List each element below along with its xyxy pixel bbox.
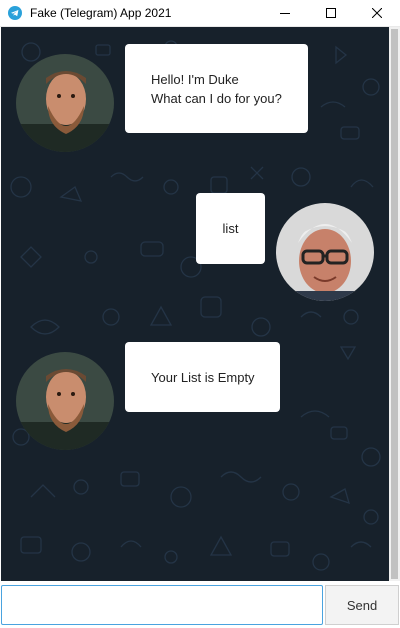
maximize-button[interactable] xyxy=(308,0,354,26)
message-bubble-user: list xyxy=(196,193,265,264)
telegram-icon xyxy=(8,6,22,20)
chat-scrollbar-thumb[interactable] xyxy=(391,29,398,579)
duke-avatar xyxy=(16,352,114,450)
message-text: Your List is Empty xyxy=(151,369,255,385)
user-avatar xyxy=(276,203,374,301)
input-bar: Send xyxy=(0,583,400,628)
window-title: Fake (Telegram) App 2021 xyxy=(30,6,172,20)
message-bubble-bot: Your List is Empty xyxy=(125,342,280,412)
chat-area[interactable]: Hello! I'm Duke What can I do for you? l… xyxy=(1,27,389,581)
maximize-icon xyxy=(326,8,336,18)
minimize-button[interactable] xyxy=(262,0,308,26)
message-input[interactable] xyxy=(1,585,323,625)
title-bar: Fake (Telegram) App 2021 xyxy=(0,0,400,27)
message-text: list xyxy=(222,221,239,236)
message-bubble-bot: Hello! I'm Duke What can I do for you? xyxy=(125,44,308,133)
minimize-icon xyxy=(280,13,290,14)
close-button[interactable] xyxy=(354,0,400,26)
send-button[interactable]: Send xyxy=(325,585,399,625)
close-icon xyxy=(372,8,382,18)
duke-avatar xyxy=(16,54,114,152)
message-text: Hello! I'm Duke What can I do for you? xyxy=(151,71,282,106)
